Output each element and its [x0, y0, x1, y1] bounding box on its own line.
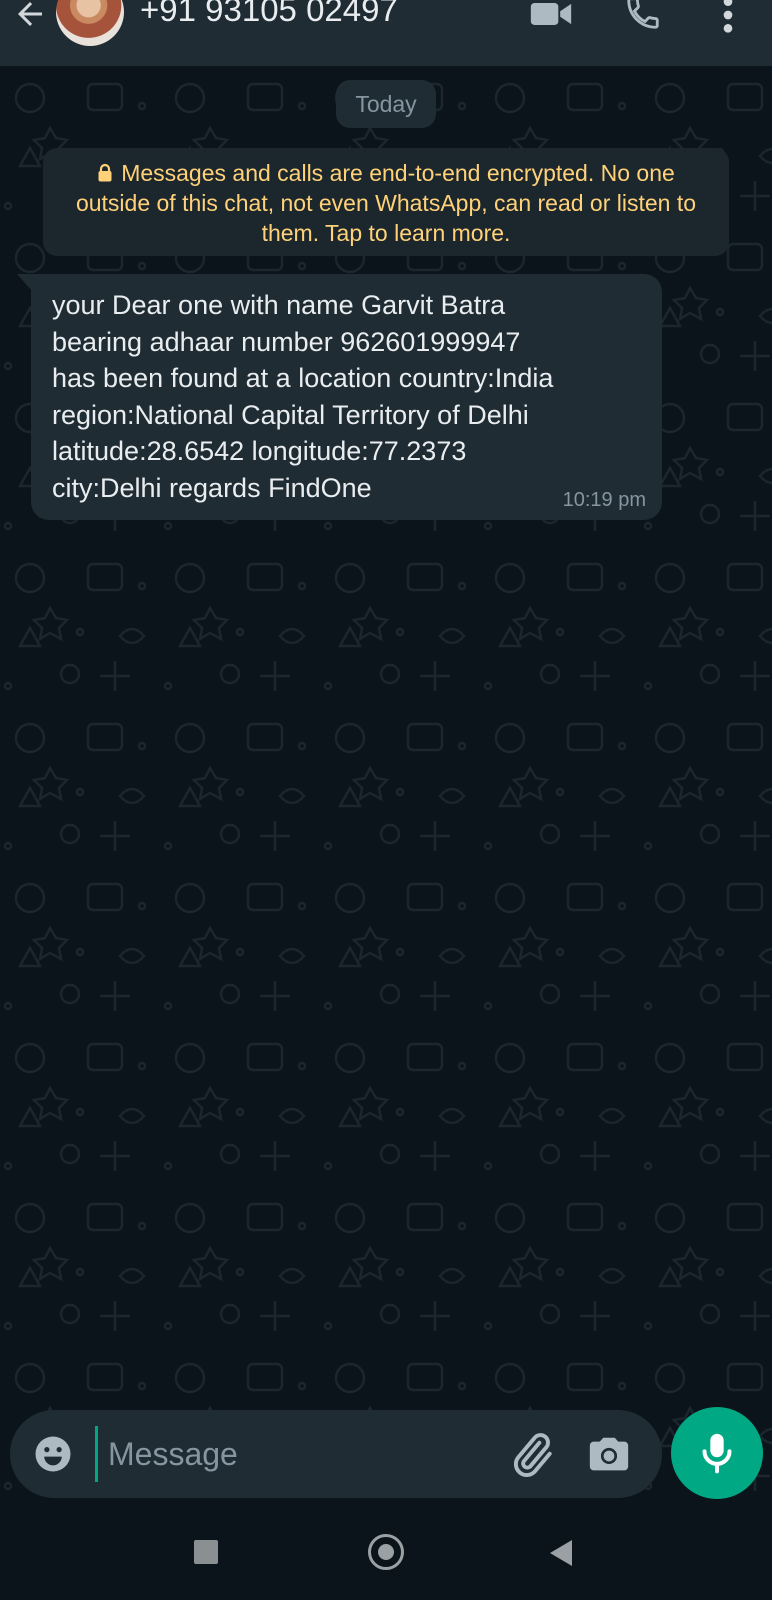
- emoji-button[interactable]: [32, 1433, 74, 1475]
- home-icon-dot: [378, 1544, 394, 1560]
- message-text: your Dear one with name Garvit Batra bea…: [52, 290, 554, 503]
- contact-avatar[interactable]: [56, 0, 124, 46]
- arrow-left-icon: [18, 2, 42, 26]
- back-triangle-icon[interactable]: [550, 1540, 572, 1566]
- camera-button[interactable]: [586, 1432, 632, 1478]
- more-vertical-icon: [723, 0, 733, 33]
- bubble-tail: [17, 274, 33, 292]
- attach-button[interactable]: [506, 1430, 556, 1480]
- contact-name[interactable]: +91 93105 02497: [140, 0, 398, 32]
- phone-icon: [627, 0, 659, 29]
- voice-message-button[interactable]: [671, 1407, 763, 1499]
- voice-call-button[interactable]: [618, 0, 668, 36]
- encryption-notice[interactable]: Messages and calls are end-to-end encryp…: [43, 148, 729, 256]
- date-chip: Today: [336, 80, 436, 128]
- chat-header: +91 93105 02497: [0, 0, 772, 66]
- message-input[interactable]: [95, 1426, 485, 1482]
- message-timestamp: 10:19 pm: [562, 489, 646, 511]
- more-options-button[interactable]: [712, 0, 744, 38]
- camera-icon: [589, 1437, 629, 1471]
- microphone-icon: [702, 1433, 732, 1474]
- back-button[interactable]: [8, 0, 52, 36]
- whatsapp-chat-screen: +91 93105 02497 Today Messages and calls…: [0, 0, 772, 1600]
- home-icon[interactable]: [368, 1534, 404, 1570]
- recents-icon[interactable]: [194, 1540, 218, 1564]
- video-camera-icon: [530, 3, 572, 25]
- paperclip-icon: [513, 1433, 552, 1477]
- lock-icon: [98, 163, 112, 182]
- message-composer: [10, 1410, 662, 1498]
- system-navigation-bar: [0, 1500, 772, 1600]
- video-call-button[interactable]: [526, 0, 576, 34]
- chat-area[interactable]: Today Messages and calls are end-to-end …: [0, 66, 772, 1500]
- emoji-icon: [35, 1436, 71, 1472]
- message-bubble[interactable]: your Dear one with name Garvit Batra bea…: [17, 274, 662, 520]
- encryption-notice-text: Messages and calls are end-to-end encryp…: [75, 160, 697, 246]
